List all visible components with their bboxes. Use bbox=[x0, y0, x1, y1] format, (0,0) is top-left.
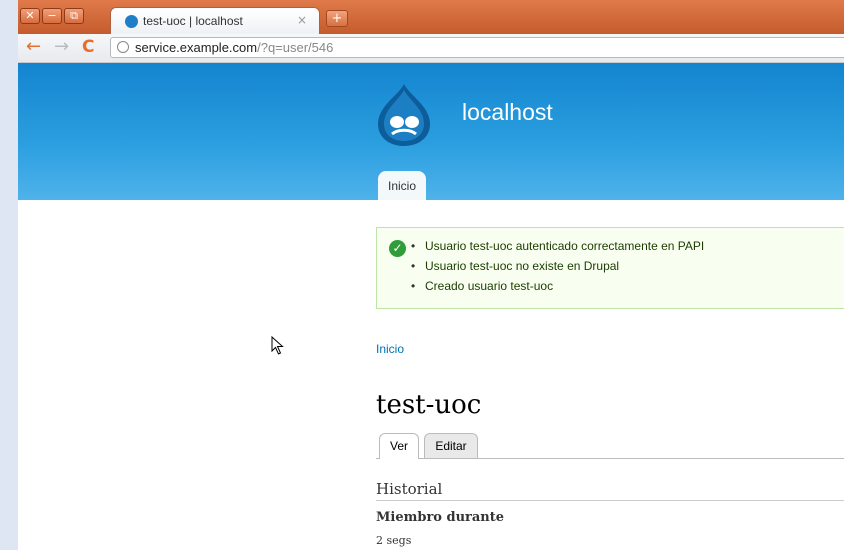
forward-arrow-icon: → bbox=[54, 36, 70, 57]
window-restore-button[interactable]: ⧉ bbox=[64, 8, 84, 24]
reload-icon: C bbox=[82, 37, 95, 57]
browser-toolbar: ← → C service.example.com/?q=user/546 bbox=[18, 34, 844, 63]
site-header: localhost Inicio bbox=[18, 63, 844, 200]
address-bar[interactable]: service.example.com/?q=user/546 bbox=[110, 37, 844, 58]
message-list: Usuario test-uoc autenticado correctamen… bbox=[411, 236, 704, 296]
browser-tab[interactable]: test-uoc | localhost × bbox=[110, 7, 320, 34]
window-close-button[interactable]: ✕ bbox=[20, 8, 40, 24]
url-path: /?q=user/546 bbox=[257, 40, 334, 55]
message-item: Creado usuario test-uoc bbox=[411, 276, 704, 296]
member-for-value: 2 segs bbox=[376, 534, 412, 547]
url-host: service.example.com bbox=[135, 40, 258, 55]
browser-titlebar: ✕ − ⧉ test-uoc | localhost × + bbox=[18, 0, 844, 34]
page-title: test-uoc bbox=[376, 390, 482, 420]
mouse-pointer-icon bbox=[271, 336, 284, 355]
url-text: service.example.com/?q=user/546 bbox=[135, 40, 333, 55]
minimize-icon: − bbox=[47, 9, 57, 22]
desktop-edge bbox=[0, 0, 18, 550]
forward-button[interactable]: → bbox=[54, 37, 69, 57]
message-item: Usuario test-uoc autenticado correctamen… bbox=[411, 236, 704, 256]
tab-title: test-uoc | localhost bbox=[143, 14, 243, 28]
local-tasks: Ver Editar bbox=[376, 431, 844, 459]
status-messages: ✓ Usuario test-uoc autenticado correctam… bbox=[376, 227, 844, 309]
new-tab-button[interactable]: + bbox=[326, 10, 348, 27]
site-name[interactable]: localhost bbox=[462, 99, 553, 126]
tab-ver[interactable]: Ver bbox=[379, 433, 419, 459]
member-for-label: Miembro durante bbox=[376, 510, 505, 525]
main-menu-item-inicio[interactable]: Inicio bbox=[378, 171, 426, 200]
history-heading: Historial bbox=[376, 480, 844, 501]
message-item: Usuario test-uoc no existe en Drupal bbox=[411, 256, 704, 276]
plus-icon: + bbox=[331, 11, 343, 26]
drupal-logo-icon[interactable] bbox=[376, 82, 432, 148]
restore-icon: ⧉ bbox=[70, 9, 78, 22]
back-arrow-icon: ← bbox=[26, 36, 42, 57]
globe-icon bbox=[117, 41, 129, 53]
drupal-favicon-icon bbox=[125, 15, 138, 28]
tab-close-icon[interactable]: × bbox=[297, 13, 307, 27]
close-icon: ✕ bbox=[25, 9, 35, 22]
breadcrumb[interactable]: Inicio bbox=[376, 342, 404, 356]
window-minimize-button[interactable]: − bbox=[42, 8, 62, 24]
tab-editar[interactable]: Editar bbox=[424, 433, 478, 458]
reload-button[interactable]: C bbox=[82, 37, 94, 57]
check-icon: ✓ bbox=[389, 240, 406, 257]
back-button[interactable]: ← bbox=[26, 37, 41, 57]
